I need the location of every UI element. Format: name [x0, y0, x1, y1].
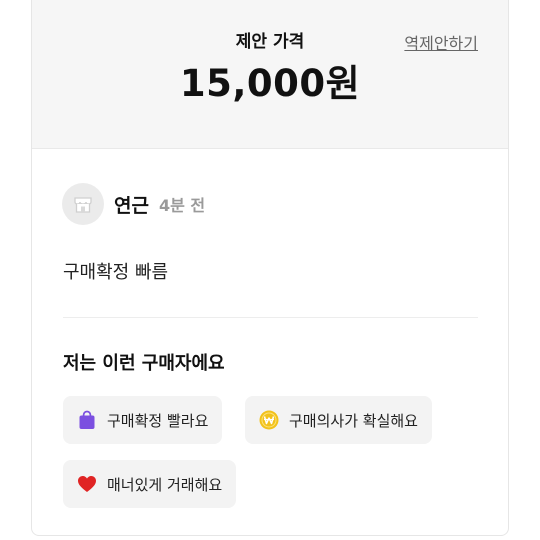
buyer-name[interactable]: 연근 — [114, 191, 149, 218]
offer-price: 15,000원 — [179, 62, 361, 105]
tag-label: 매너있게 거래해요 — [107, 475, 223, 494]
review-text: 구매확정 빠름 — [63, 262, 169, 283]
tag-sure-intent: 구매의사가 확실해요 — [245, 396, 432, 444]
heart-icon — [77, 474, 97, 494]
avatar[interactable] — [62, 183, 104, 225]
won-coin-icon — [259, 410, 279, 430]
section-title: 저는 이런 구매자에요 — [63, 353, 225, 374]
review-time: 4분 전 — [158, 196, 206, 215]
offer-header: 제안 가격 15,000원 역제안하기 — [32, 0, 508, 149]
tag-label: 구매의사가 확실해요 — [289, 411, 418, 430]
shopping-bag-icon — [77, 410, 97, 430]
tag-label: 구매확정 빨라요 — [107, 411, 209, 430]
offer-card: 제안 가격 15,000원 역제안하기 연근 4분 전 구매확정 빠름 저는 이… — [31, 0, 509, 536]
tag-good-manners: 매너있게 거래해요 — [63, 460, 237, 508]
buyer-row[interactable]: 연근 4분 전 — [62, 182, 205, 226]
tag-fast-confirm: 구매확정 빨라요 — [63, 396, 223, 444]
counter-offer-link[interactable]: 역제안하기 — [404, 30, 478, 54]
shop-icon — [74, 197, 92, 213]
divider — [63, 317, 478, 318]
